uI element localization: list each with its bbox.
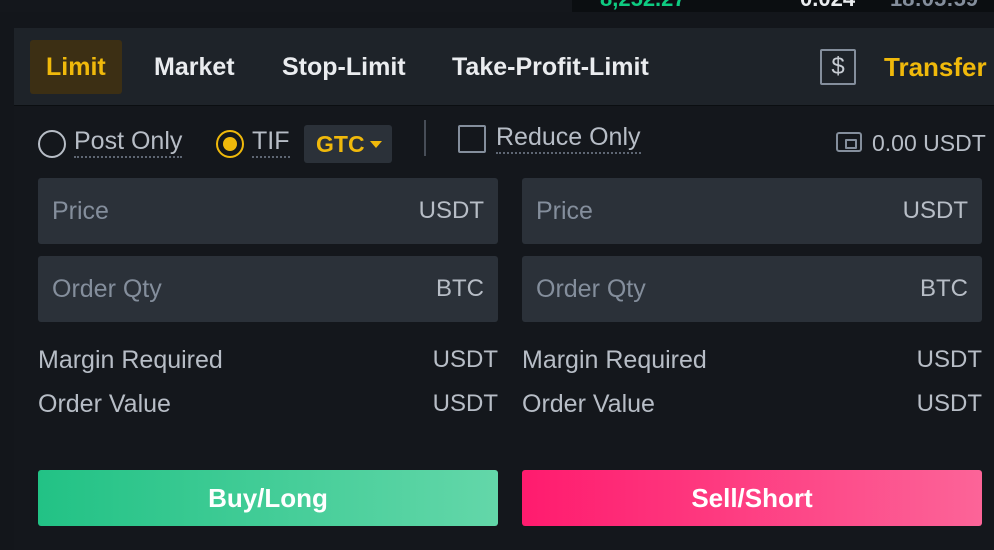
reduce-only-checkbox[interactable]: [458, 125, 486, 153]
dollar-icon[interactable]: $: [820, 49, 856, 85]
tif-select[interactable]: GTC: [304, 125, 392, 163]
order-type-tabs: Limit Market Stop-Limit Take-Profit-Limi…: [14, 28, 994, 106]
tab-take-profit-limit[interactable]: Take-Profit-Limit: [452, 40, 649, 94]
tab-limit[interactable]: Limit: [30, 40, 122, 94]
tif-label[interactable]: TIF: [252, 126, 290, 158]
tab-market[interactable]: Market: [154, 40, 235, 94]
buy-value-unit: USDT: [432, 390, 498, 417]
sell-margin-required: Margin Required USDT: [522, 342, 982, 378]
buy-value-label: Order Value: [38, 390, 171, 418]
buy-margin-required: Margin Required USDT: [38, 342, 498, 378]
sell-price-unit: USDT: [902, 197, 968, 224]
ticker-price: 8,252.27: [600, 0, 686, 10]
sell-margin-label: Margin Required: [522, 346, 707, 374]
available-balance: 0.00 USDT: [872, 130, 986, 156]
buy-qty-input[interactable]: Order Qty BTC: [38, 256, 498, 322]
sell-value-label: Order Value: [522, 390, 655, 418]
reduce-only-label[interactable]: Reduce Only: [496, 122, 641, 154]
sell-order-value: Order Value USDT: [522, 386, 982, 422]
buy-margin-label: Margin Required: [38, 346, 223, 374]
buy-price-placeholder: Price: [52, 197, 109, 225]
buy-qty-placeholder: Order Qty: [52, 275, 162, 303]
ticker-time: 18:05:59: [890, 0, 978, 10]
sell-price-input[interactable]: Price USDT: [522, 178, 982, 244]
caret-down-icon: [370, 141, 382, 148]
post-only-radio[interactable]: [38, 130, 66, 158]
tab-stop-limit[interactable]: Stop-Limit: [282, 40, 406, 94]
sell-price-placeholder: Price: [536, 197, 593, 225]
sell-qty-input[interactable]: Order Qty BTC: [522, 256, 982, 322]
wallet-icon: [836, 132, 862, 152]
ticker-qty: 0.024: [800, 0, 855, 10]
transfer-button[interactable]: Transfer: [884, 40, 987, 94]
sell-margin-unit: USDT: [916, 346, 982, 373]
order-options: Post Only TIF GTC Reduce Only 0.00 USDT: [0, 118, 994, 168]
tif-radio[interactable]: [216, 130, 244, 158]
buy-price-input[interactable]: Price USDT: [38, 178, 498, 244]
buy-order-value: Order Value USDT: [38, 386, 498, 422]
tif-select-value: GTC: [316, 131, 365, 157]
sell-value-unit: USDT: [916, 390, 982, 417]
trade-ticker: 8,252.27 0.024 18:05:59: [0, 0, 994, 12]
buy-long-button[interactable]: Buy/Long: [38, 470, 498, 526]
sell-qty-unit: BTC: [920, 275, 968, 302]
buy-price-unit: USDT: [418, 197, 484, 224]
options-divider: [424, 120, 426, 156]
chart-pane-edge: [0, 0, 572, 12]
post-only-label[interactable]: Post Only: [74, 126, 183, 158]
sell-qty-placeholder: Order Qty: [536, 275, 646, 303]
buy-margin-unit: USDT: [432, 346, 498, 373]
buy-qty-unit: BTC: [436, 275, 484, 302]
sell-short-button[interactable]: Sell/Short: [522, 470, 982, 526]
